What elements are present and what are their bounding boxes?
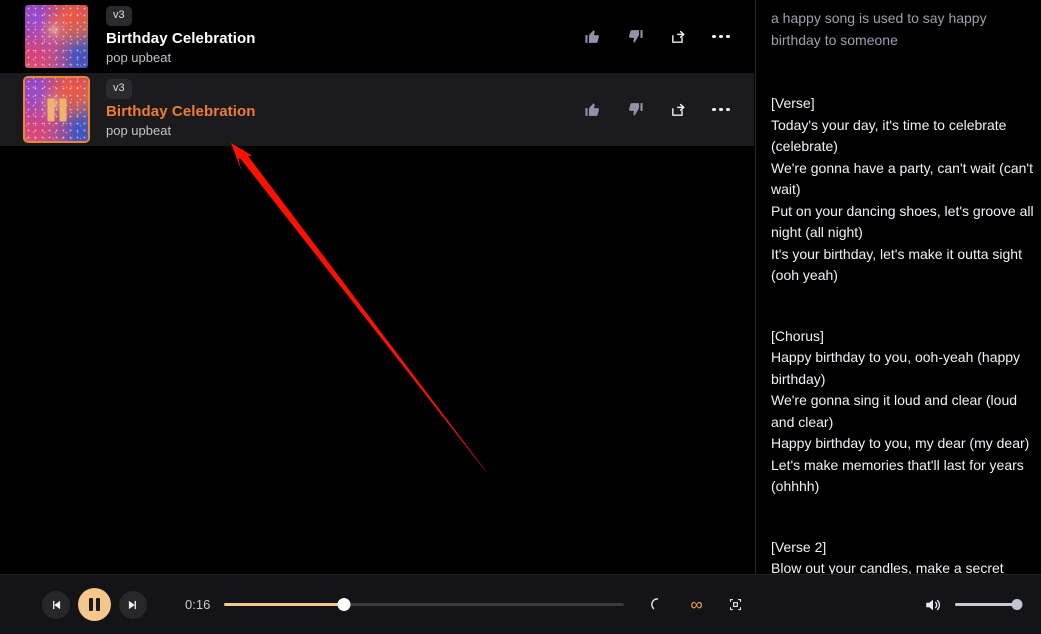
lyrics-section-lines: Happy birthday to you, ooh-yeah (happy b… [771,349,1030,494]
infinity-glyph: ∞ [690,595,702,614]
play-pause-button[interactable] [78,588,111,621]
progress-fill [224,603,344,606]
progress-slider[interactable] [224,596,624,614]
volume-knob[interactable] [1011,599,1023,610]
player-stage-area [0,146,754,574]
version-badge: v3 [106,6,132,27]
share-icon[interactable] [667,26,689,48]
volume-slider[interactable] [955,598,1023,612]
lyrics-spacer [771,54,1035,93]
table-row[interactable]: v3 Birthday Celebration pop upbeat [0,0,754,73]
lyrics-content: a happy song is used to say happy birthd… [756,0,1041,574]
crop-extend-icon[interactable] [724,594,746,616]
album-art-sparkle-overlay [25,5,88,68]
current-time-label: 0:16 [185,597,211,612]
track-thumbnail[interactable] [25,78,88,141]
lyrics-section-lines: Blow out your candles, make a secret wis… [771,560,1004,574]
more-options-icon[interactable] [710,26,732,48]
more-dots [712,107,730,112]
loading-spinner-icon [646,594,668,616]
version-badge: v3 [106,79,132,100]
pause-icon [88,598,101,611]
player-bar: 0:16 ∞ [0,574,1041,634]
lyrics-panel[interactable]: a happy song is used to say happy birthd… [755,0,1041,574]
skip-next-icon[interactable] [119,590,147,619]
track-style: pop upbeat [106,122,172,138]
lyrics-section-lines: Today's your day, it's time to celebrate… [771,116,1034,284]
track-title[interactable]: Birthday Celebration [106,103,256,122]
track-actions [581,26,732,48]
thumbs-down-icon[interactable] [624,99,646,121]
thumbs-up-icon[interactable] [581,26,603,48]
track-actions [581,99,732,121]
share-icon[interactable] [667,99,689,121]
track-meta: v3 Birthday Celebration pop upbeat [106,79,256,140]
track-thumbnail[interactable] [25,5,88,68]
more-options-icon[interactable] [710,99,732,121]
track-meta: v3 Birthday Celebration pop upbeat [106,6,256,67]
transport-controls [42,588,147,621]
lyrics-section-heading: [Chorus] [771,327,824,344]
infinity-icon[interactable]: ∞ [685,594,707,616]
volume-controls [922,594,1023,616]
lyrics-spacer [771,498,1035,537]
thumbs-up-icon[interactable] [581,99,603,121]
volume-high-icon[interactable] [922,594,944,616]
track-list-column: v3 Birthday Celebration pop upbeat v3 Bi… [0,0,754,574]
song-description: a happy song is used to say happy birthd… [771,10,991,48]
track-title[interactable]: Birthday Celebration [106,30,256,49]
thumbnail-pause-icon[interactable] [47,98,66,121]
thumbs-down-icon[interactable] [624,26,646,48]
skip-previous-icon[interactable] [42,590,70,619]
secondary-controls: ∞ [646,594,746,616]
progress-knob[interactable] [337,598,351,611]
track-style: pop upbeat [106,49,172,65]
more-dots [712,34,730,39]
volume-fill [955,603,1017,606]
lyrics-section-heading: [Verse 2] [771,538,827,555]
lyrics-spacer [771,287,1035,326]
lyrics-section-heading: [Verse] [771,95,815,111]
table-row[interactable]: v3 Birthday Celebration pop upbeat [0,73,754,146]
music-generation-app: v3 Birthday Celebration pop upbeat v3 Bi… [0,0,1041,634]
